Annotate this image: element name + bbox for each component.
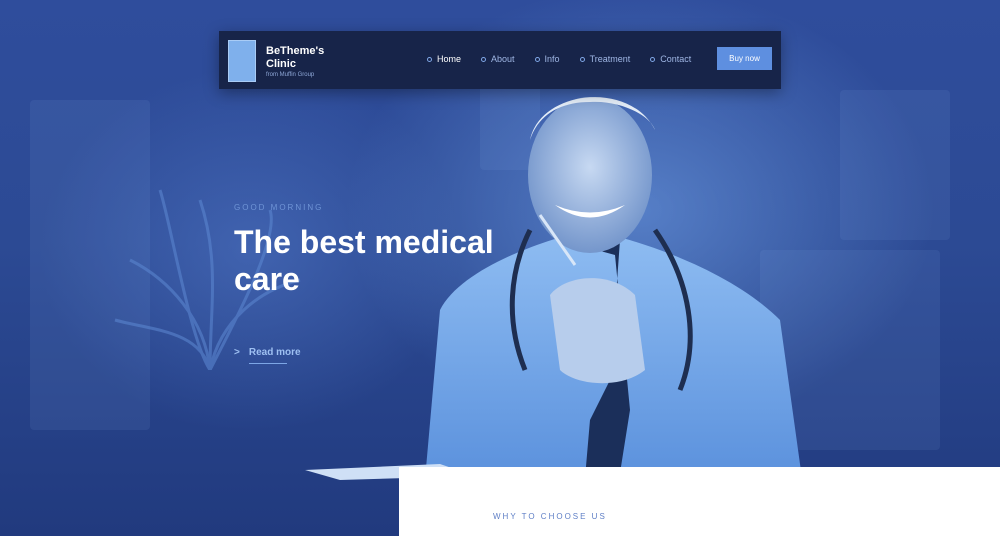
navbar: BeTheme's Clinic from Muffin Group Home … — [219, 31, 781, 89]
read-more-underline — [249, 363, 287, 364]
nav-item-info[interactable]: Info — [534, 54, 560, 64]
why-choose-us-section: WHY TO CHOOSE US — [399, 467, 1000, 536]
bullet-icon — [650, 56, 656, 62]
read-more-link[interactable]: > Read more — [234, 347, 301, 358]
bullet-icon — [534, 56, 540, 62]
nav-item-treatment[interactable]: Treatment — [579, 54, 631, 64]
hero-greeting: GOOD MORNING — [234, 203, 324, 212]
chevron-right-icon: > — [234, 347, 240, 358]
nav-item-about[interactable]: About — [481, 54, 515, 64]
hero-headline: The best medical care — [234, 224, 494, 297]
nav-item-label: Info — [544, 54, 560, 64]
brand-subtitle: from Muffin Group — [266, 72, 315, 78]
nav-item-contact[interactable]: Contact — [650, 54, 691, 64]
nav-item-home[interactable]: Home — [427, 54, 461, 64]
nav-item-label: About — [491, 54, 515, 64]
nav-item-label: Home — [437, 54, 462, 64]
bullet-icon — [579, 56, 585, 62]
read-more-label: Read more — [248, 347, 301, 358]
bullet-icon — [481, 56, 487, 62]
nav-menu: Home About Info Treatment Contact — [427, 54, 691, 64]
section-title: WHY TO CHOOSE US — [493, 512, 607, 521]
buy-now-button[interactable]: Buy now — [717, 47, 772, 70]
brand-title[interactable]: BeTheme's Clinic — [266, 45, 346, 71]
bullet-icon — [427, 56, 432, 62]
background-shape — [840, 90, 950, 240]
nav-item-label: Contact — [660, 54, 692, 64]
clinic-logo-icon[interactable] — [228, 40, 256, 82]
nav-item-label: Treatment — [589, 54, 631, 64]
